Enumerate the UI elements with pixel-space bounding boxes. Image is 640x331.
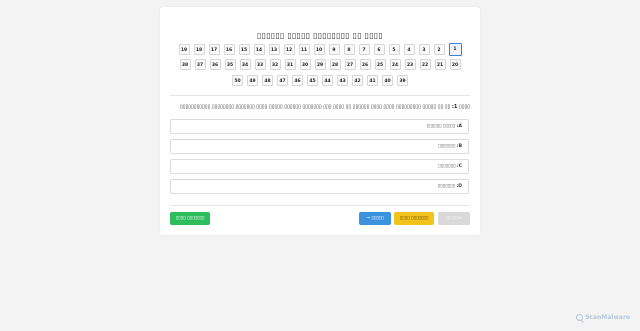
question-nav-button[interactable]: 13 — [268, 44, 280, 55]
question-nav-button[interactable]: 35 — [224, 59, 236, 70]
option-d[interactable]: D: ▯▯▯▯▯▯▯ — [170, 179, 469, 194]
question-nav-button[interactable]: 41 — [367, 75, 378, 86]
question-nav-button[interactable]: 22 — [419, 59, 431, 70]
question-nav-button[interactable]: 3 — [418, 44, 430, 55]
option-text: ▯▯▯▯▯▯▯ — [438, 164, 456, 169]
question-nav-button[interactable]: 31 — [284, 59, 296, 70]
question-nav-button[interactable]: 27 — [344, 59, 356, 70]
question-nav-button[interactable]: 6 — [373, 44, 385, 55]
question-nav-button[interactable]: 45 — [307, 75, 318, 86]
finish-button[interactable]: ▯▯▯▯▯▯▯ ▯▯▯▯ — [170, 212, 210, 225]
question-nav-button[interactable]: 44 — [322, 75, 333, 86]
quiz-card: ▯▯▯▯ ▯▯ ▯▯▯▯▯▯▯▯ ▯▯▯▯▯ ▯▯▯▯▯▯ 1234567891… — [160, 7, 480, 235]
option-b[interactable]: B: ▯▯▯▯▯▯▯ — [170, 139, 469, 154]
question-nav-button[interactable]: 48 — [262, 75, 273, 86]
option-text: ▯▯▯▯▯▯▯ — [437, 144, 456, 149]
question-nav-button[interactable]: 43 — [337, 75, 348, 86]
question-number: 1: — [451, 104, 458, 110]
option-letter: B: — [456, 144, 462, 149]
question-nav-button[interactable]: 4 — [403, 44, 415, 55]
question-nav-row-3: 39 40 41 42 43 44 45 46 47 48 49 50 — [160, 75, 480, 86]
question-nav-button[interactable]: 49 — [247, 75, 258, 86]
question-nav-button[interactable]: 47 — [277, 75, 288, 86]
question-nav-button[interactable]: 34 — [239, 59, 251, 70]
question-text: ▯▯ ▯▯ ▯▯▯▯▯ ▯▯▯▯▯▯▯▯▯ ▯▯▯▯ ▯▯▯▯ ▯▯▯▯▯▯ ▯… — [180, 104, 451, 110]
question-nav-button[interactable]: 20 — [449, 59, 461, 70]
question-nav-button[interactable]: 24 — [389, 59, 401, 70]
question-nav-button[interactable]: 46 — [292, 75, 303, 86]
question-text-line: ▯▯▯▯ 1: ▯▯ ▯▯ ▯▯▯▯▯ ▯▯▯▯▯▯▯▯▯ ▯▯▯▯ ▯▯▯▯ … — [170, 104, 470, 110]
question-nav-button[interactable]: 50 — [232, 75, 243, 86]
question-nav-button[interactable]: 25 — [374, 59, 386, 70]
question-nav-button[interactable]: 11 — [298, 44, 310, 55]
question-nav-button[interactable]: 21 — [434, 59, 446, 70]
divider — [170, 95, 470, 96]
option-letter: C: — [456, 164, 462, 169]
previous-button[interactable]: ▯▯▯▯▯ → — [359, 212, 391, 225]
question-nav-button[interactable]: 17 — [208, 44, 220, 55]
question-nav-button[interactable]: 19 — [178, 44, 190, 55]
quiz-title: ▯▯▯▯ ▯▯ ▯▯▯▯▯▯▯▯ ▯▯▯▯▯ ▯▯▯▯▯▯ — [256, 31, 384, 40]
watermark: ScanMalware — [576, 314, 630, 321]
question-nav-button[interactable]: 23 — [404, 59, 416, 70]
question-nav-button[interactable]: 32 — [269, 59, 281, 70]
question-nav-button[interactable]: 9 — [328, 44, 340, 55]
question-nav-button[interactable]: 2 — [433, 44, 445, 55]
question-nav-button[interactable]: 7 — [358, 44, 370, 55]
question-nav-row-1: 1 2 3 4 5 6 7 8 9 10 11 12 13 14 15 16 17 18 19 — [160, 43, 480, 56]
divider-bottom — [170, 205, 470, 206]
question-nav-button[interactable]: 30 — [299, 59, 311, 70]
question-nav-button[interactable]: 38 — [179, 59, 191, 70]
question-nav-button[interactable]: 12 — [283, 44, 295, 55]
question-nav-button[interactable]: 16 — [223, 44, 235, 55]
question-nav-button[interactable]: 26 — [359, 59, 371, 70]
question-nav-button[interactable]: 39 — [397, 75, 408, 86]
question-nav-button[interactable]: 29 — [314, 59, 326, 70]
option-letter: D: — [456, 184, 462, 189]
question-nav-button[interactable]: 10 — [313, 44, 325, 55]
question-nav-button[interactable]: 5 — [388, 44, 400, 55]
option-text: ▯▯▯▯▯ ▯▯▯▯▯▯ — [426, 124, 456, 129]
question-nav-button[interactable]: 37 — [194, 59, 206, 70]
question-nav-button[interactable]: 1 — [448, 43, 462, 56]
question-nav-button[interactable]: 28 — [329, 59, 341, 70]
watermark-text: ScanMalware — [585, 314, 630, 321]
question-nav-button[interactable]: 15 — [238, 44, 250, 55]
option-letter: A: — [456, 124, 462, 129]
question-nav-button[interactable]: 36 — [209, 59, 221, 70]
magnifier-icon — [576, 314, 584, 321]
question-nav-row-2: 20 21 22 23 24 25 26 27 28 29 30 31 32 33 34 35 36 37 38 — [160, 59, 480, 70]
question-nav-button[interactable]: 14 — [253, 44, 265, 55]
question-label: ▯▯▯▯ — [458, 104, 470, 110]
question-nav-button[interactable]: 42 — [352, 75, 363, 86]
option-a[interactable]: A: ▯▯▯▯▯ ▯▯▯▯▯▯ — [170, 119, 469, 134]
mark-question-button[interactable]: ▯▯▯▯▯▯▯ ▯▯▯▯ — [394, 212, 434, 225]
question-nav-button[interactable]: 33 — [254, 59, 266, 70]
next-button: ← ▯▯▯▯▯ — [438, 212, 470, 225]
option-c[interactable]: C: ▯▯▯▯▯▯▯ — [170, 159, 469, 174]
page: { "quiz": { "title": "▯▯▯▯ ▯▯ ▯▯▯▯▯▯▯▯ ▯… — [0, 0, 640, 331]
question-nav-button[interactable]: 40 — [382, 75, 393, 86]
option-text: ▯▯▯▯▯▯▯ — [437, 184, 455, 189]
question-nav-button[interactable]: 8 — [343, 44, 355, 55]
question-nav-button[interactable]: 18 — [193, 44, 205, 55]
